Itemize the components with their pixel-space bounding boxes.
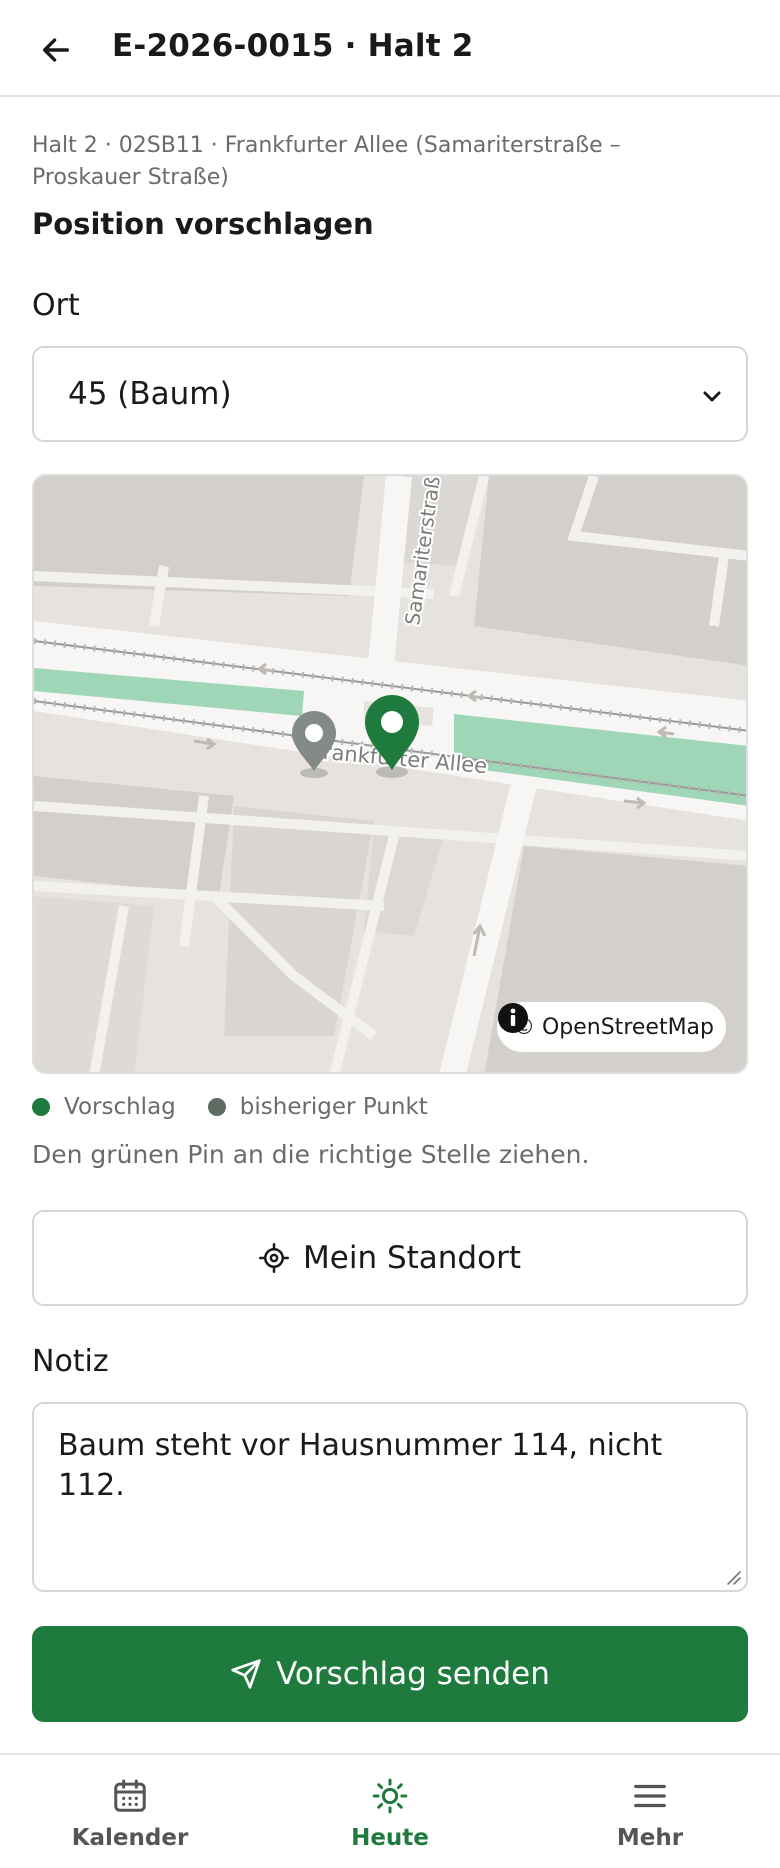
top-app-bar: E-2026-0015 · Halt 2 xyxy=(0,0,780,97)
legend-dot-suggestion xyxy=(32,1098,50,1116)
arrow-left-icon xyxy=(42,38,70,62)
nav-item-kalender[interactable]: Kalender xyxy=(0,1755,260,1868)
my-location-button[interactable]: Mein Standort xyxy=(32,1210,748,1306)
crosshair-icon xyxy=(259,1243,290,1273)
sun-icon xyxy=(372,1778,408,1814)
location-select[interactable]: 45 (Baum) xyxy=(32,346,748,442)
resize-grip-icon[interactable] xyxy=(724,1568,742,1586)
legend-label-previous: bisheriger Punkt xyxy=(239,1094,428,1120)
my-location-label: Mein Standort xyxy=(303,1240,521,1276)
submit-suggestion-button[interactable]: Vorschlag senden xyxy=(32,1626,748,1722)
menu-icon xyxy=(634,1784,666,1808)
nav-item-heute[interactable]: Heute xyxy=(260,1755,520,1868)
note-text: Baum steht vor Hausnummer 114, nicht 112… xyxy=(58,1428,663,1503)
map-view[interactable]: Samariterstraße Frankfurter Allee © Open… xyxy=(32,474,748,1074)
bottom-navigation: Kalender Heute Mehr xyxy=(0,1753,780,1868)
page-title: E-2026-0015 · Halt 2 xyxy=(112,28,474,64)
submit-suggestion-label: Vorschlag senden xyxy=(276,1656,550,1692)
stop-subtitle: Halt 2 · 02SB11 · Frankfurter Allee (Sam… xyxy=(32,133,621,190)
legend-dot-previous xyxy=(207,1098,226,1116)
nav-label-kalender: Kalender xyxy=(71,1825,189,1851)
legend-label-suggestion: Vorschlag xyxy=(64,1094,176,1120)
back-button[interactable] xyxy=(34,28,78,72)
attribution-text: © OpenStreetMap xyxy=(512,1014,714,1040)
calendar-icon xyxy=(114,1779,146,1812)
section-title: Position vorschlagen xyxy=(32,207,374,241)
send-icon xyxy=(231,1659,261,1689)
note-textarea[interactable]: Baum steht vor Hausnummer 114, nicht 112… xyxy=(32,1402,748,1592)
note-label: Notiz xyxy=(32,1344,109,1379)
nav-label-mehr: Mehr xyxy=(616,1825,684,1851)
nav-item-mehr[interactable]: Mehr xyxy=(520,1755,780,1868)
drag-hint: Den grünen Pin an die richtige Stelle zi… xyxy=(32,1140,590,1169)
location-label: Ort xyxy=(32,288,80,323)
info-icon[interactable] xyxy=(497,1002,529,1034)
location-select-value: 45 (Baum) xyxy=(68,376,232,412)
map-tiles: Samariterstraße Frankfurter Allee xyxy=(34,476,746,1072)
chevron-down-icon xyxy=(703,391,721,402)
map-attribution[interactable]: © OpenStreetMap xyxy=(496,1002,726,1052)
nav-label-heute: Heute xyxy=(351,1825,429,1851)
map-legend: Vorschlag bisheriger Punkt xyxy=(32,1090,428,1124)
